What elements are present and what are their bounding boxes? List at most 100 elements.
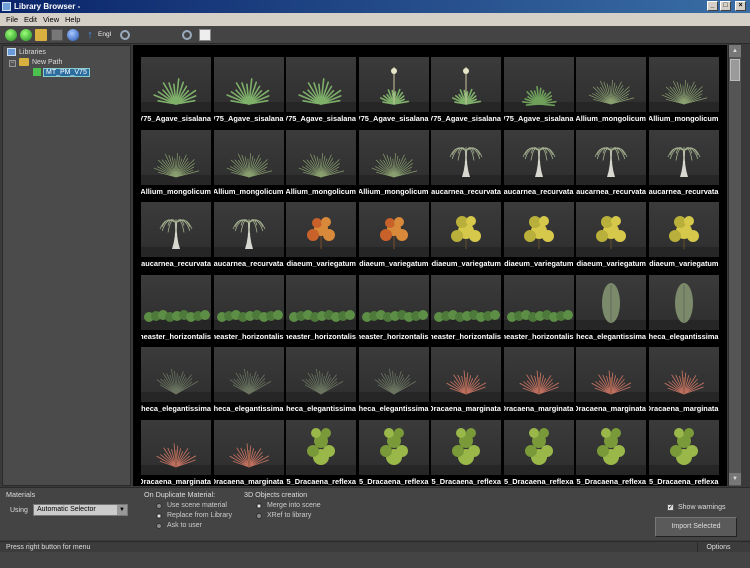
plant-thumbnail[interactable] xyxy=(503,419,574,475)
thumbnail-tile[interactable]: MT_PM_V75_Dizygotheca_elegantissima xyxy=(286,347,356,415)
zoom-out-icon[interactable] xyxy=(120,30,130,40)
radio-use-scene[interactable] xyxy=(156,503,162,509)
plant-thumbnail[interactable] xyxy=(503,274,574,330)
plant-thumbnail[interactable] xyxy=(648,347,719,402)
thumbnail-tile[interactable]: MT_PM_V75_Allium_mongolicum xyxy=(358,129,429,198)
thumbnail-tile[interactable]: MT_PM_V75_Codiaeum_variegatum xyxy=(358,202,429,270)
thumbnail-tile[interactable]: MT_PM_V75_Beaucarnea_recurvata xyxy=(431,129,501,198)
refresh-icon[interactable] xyxy=(67,29,79,41)
plant-thumbnail[interactable] xyxy=(213,57,284,112)
thumbnail-tile[interactable]: MT_PM_V75_Codiaeum_variegatum xyxy=(503,202,574,270)
plant-thumbnail[interactable] xyxy=(141,202,211,257)
thumbnail-tile[interactable]: MT_PM_V75_Dracaena_marginata xyxy=(648,347,719,415)
plant-thumbnail[interactable] xyxy=(431,129,501,185)
plant-thumbnail[interactable] xyxy=(141,347,211,402)
plant-thumbnail[interactable] xyxy=(431,202,501,257)
thumbnail-tile[interactable]: MT_PM_V75_Cotoneaster_horizontalis xyxy=(431,274,501,343)
plant-thumbnail[interactable] xyxy=(648,202,719,257)
thumbnail-tile[interactable]: MT_PM_V75_Dracaena_reflexa xyxy=(286,419,356,487)
thumbnail-tile[interactable]: MT_PM_V75_Dracaena_marginata xyxy=(431,347,501,415)
thumbnail-tile[interactable]: MT_PM_V75_Allium_mongolicum xyxy=(286,129,356,198)
plant-thumbnail[interactable] xyxy=(648,419,719,475)
show-warnings-checkbox[interactable]: ✓ xyxy=(667,504,674,511)
thumbnail-tile[interactable]: MT_PM_V75_Allium_mongolicum xyxy=(213,129,284,198)
thumbnail-tile[interactable]: MT_PM_V75_Dracaena_marginata xyxy=(576,347,646,415)
thumbnail-tile[interactable]: MT_PM_V75_Agave_sisalana xyxy=(358,57,429,125)
save-icon[interactable] xyxy=(51,29,63,41)
thumbnail-tile[interactable]: MT_PM_V75_Allium_mongolicum xyxy=(648,57,719,125)
thumbnail-tile[interactable]: MT_PM_V75_Dizygotheca_elegantissima xyxy=(358,347,429,415)
plant-thumbnail[interactable] xyxy=(286,202,356,257)
show-warnings-label[interactable]: Show warnings xyxy=(678,503,725,512)
plant-thumbnail[interactable] xyxy=(358,274,429,330)
open-folder-icon[interactable] xyxy=(35,29,47,41)
thumbnail-tile[interactable]: MT_PM_V75_Beaucarnea_recurvata xyxy=(503,129,574,198)
radio-xref-library[interactable] xyxy=(256,513,262,519)
plant-thumbnail[interactable] xyxy=(648,274,719,330)
plant-thumbnail[interactable] xyxy=(213,274,284,330)
thumbnail-tile[interactable]: MT_PM_V75_Cotoneaster_horizontalis xyxy=(358,274,429,343)
thumbnail-tile[interactable]: MT_PM_V75_Codiaeum_variegatum xyxy=(286,202,356,270)
plant-thumbnail[interactable] xyxy=(286,419,356,475)
radio-label-merge[interactable]: Merge into scene xyxy=(267,502,321,510)
tree-root-libraries[interactable]: Libraries xyxy=(7,48,46,58)
plant-thumbnail[interactable] xyxy=(503,129,574,185)
collapse-icon[interactable]: − xyxy=(9,60,16,67)
thumbnail-tile[interactable]: MT_PM_V75_Dracaena_reflexa xyxy=(431,419,501,487)
thumbnail-tile[interactable]: MT_PM_V75_Dracaena_marginata xyxy=(213,419,284,487)
plant-thumbnail[interactable] xyxy=(503,57,574,112)
thumbnail-tile[interactable]: MT_PM_V75_Beaucarnea_recurvata xyxy=(213,202,284,270)
thumbnail-tile[interactable]: MT_PM_V75_Beaucarnea_recurvata xyxy=(648,129,719,198)
plant-thumbnail[interactable] xyxy=(141,57,211,112)
back-icon[interactable] xyxy=(5,29,17,41)
radio-label-replace[interactable]: Replace from Library xyxy=(167,512,232,520)
thumbnail-tile[interactable]: MT_PM_V75_Dracaena_reflexa xyxy=(358,419,429,487)
thumbnail-tile[interactable]: MT_PM_V75_Cotoneaster_horizontalis xyxy=(213,274,284,343)
plant-thumbnail[interactable] xyxy=(431,57,501,112)
language-button[interactable]: Engl xyxy=(98,29,111,41)
zoom-in-icon[interactable] xyxy=(182,30,192,40)
thumbnail-tile[interactable]: MT_PM_V75_Codiaeum_variegatum xyxy=(431,202,501,270)
thumbnail-tile[interactable]: MT_PM_V75_Agave_sisalana xyxy=(213,57,284,125)
thumbnail-tile[interactable]: MT_PM_V75_Beaucarnea_recurvata xyxy=(576,129,646,198)
menu-help[interactable]: Help xyxy=(65,14,80,25)
thumbnail-tile[interactable]: MT_PM_V75_Dizygotheca_elegantissima xyxy=(141,347,211,415)
tree-item-library[interactable]: MT_PM_V75 xyxy=(33,68,90,78)
radio-replace-library[interactable] xyxy=(156,513,162,519)
radio-label-use-scene[interactable]: Use scene material xyxy=(167,502,227,510)
plant-thumbnail[interactable] xyxy=(576,129,646,185)
plant-thumbnail[interactable] xyxy=(358,419,429,475)
thumbnail-tile[interactable]: MT_PM_V75_Dizygotheca_elegantissima xyxy=(213,347,284,415)
thumbnail-tile[interactable]: MT_PM_V75_Agave_sisalana xyxy=(503,57,574,125)
thumbnail-tile[interactable]: MT_PM_V75_Dracaena_reflexa xyxy=(503,419,574,487)
thumbnail-tile[interactable]: MT_PM_V75_Cotoneaster_horizontalis xyxy=(141,274,211,343)
plant-thumbnail[interactable] xyxy=(286,129,356,185)
plant-thumbnail[interactable] xyxy=(648,57,719,112)
vertical-scrollbar[interactable]: ▲ ▼ xyxy=(728,45,741,486)
thumbnail-tile[interactable]: MT_PM_V75_Cotoneaster_horizontalis xyxy=(286,274,356,343)
radio-label-ask[interactable]: Ask to user xyxy=(167,522,202,530)
thumbnail-tile[interactable]: MT_PM_V75_Allium_mongolicum xyxy=(141,129,211,198)
thumbnail-tile[interactable]: MT_PM_V75_Agave_sisalana xyxy=(141,57,211,125)
thumbnail-tile[interactable]: MT_PM_V75_Beaucarnea_recurvata xyxy=(141,202,211,270)
close-button[interactable]: × xyxy=(735,1,746,11)
plant-thumbnail[interactable] xyxy=(213,202,284,257)
menu-view[interactable]: View xyxy=(43,14,59,25)
thumbnail-tile[interactable]: MT_PM_V75_Dracaena_marginata xyxy=(141,419,211,487)
plant-thumbnail[interactable] xyxy=(141,274,211,330)
thumbnail-tile[interactable]: MT_PM_V75_Codiaeum_variegatum xyxy=(648,202,719,270)
thumbnail-tile[interactable]: MT_PM_V75_Dizygotheca_elegantissima xyxy=(576,274,646,343)
up-arrow-icon[interactable]: ↑ xyxy=(84,29,96,41)
scroll-up-icon[interactable]: ▲ xyxy=(729,45,741,57)
thumbnail-tile[interactable]: MT_PM_V75_Agave_sisalana xyxy=(431,57,501,125)
plant-thumbnail[interactable] xyxy=(431,347,501,402)
plant-thumbnail[interactable] xyxy=(141,419,211,475)
plant-thumbnail[interactable] xyxy=(286,274,356,330)
thumbnail-tile[interactable]: MT_PM_V75_Dizygotheca_elegantissima xyxy=(648,274,719,343)
thumbnail-tile[interactable]: MT_PM_V75_Agave_sisalana xyxy=(286,57,356,125)
plant-thumbnail[interactable] xyxy=(648,129,719,185)
scroll-down-icon[interactable]: ▼ xyxy=(729,473,741,485)
thumbnail-tile[interactable]: MT_PM_V75_Cotoneaster_horizontalis xyxy=(503,274,574,343)
plant-thumbnail[interactable] xyxy=(358,57,429,112)
tree-item-new-path[interactable]: New Path xyxy=(19,58,62,68)
